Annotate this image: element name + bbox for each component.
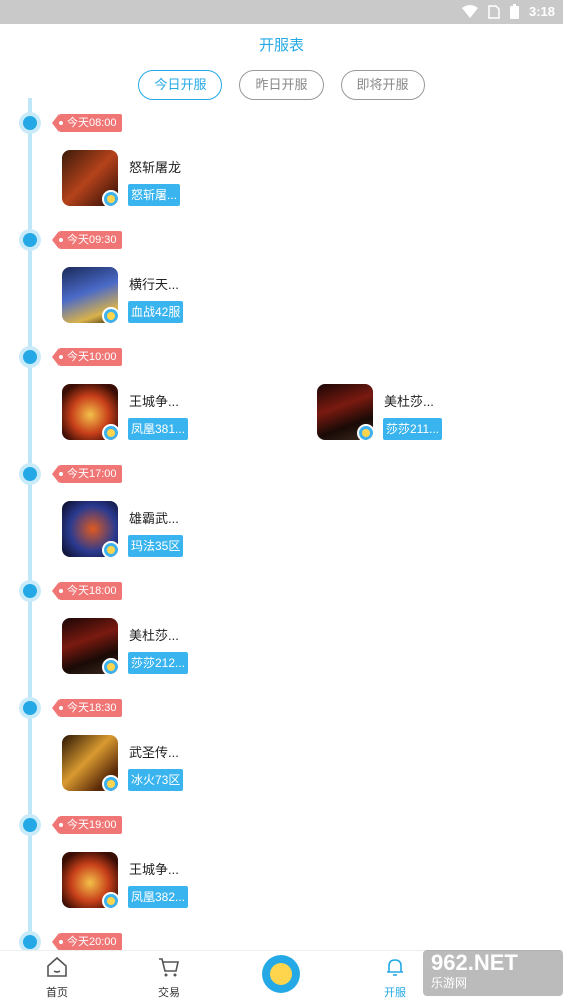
game-item[interactable]: 雄霸武... 玛法35区 — [62, 501, 292, 559]
time-tag: 今天20:00 — [52, 933, 122, 951]
tab-today[interactable]: 今日开服 — [138, 70, 223, 100]
game-item[interactable]: 武圣传... 冰火73区 — [62, 735, 292, 793]
game-item[interactable]: 横行天... 血战42服 — [62, 267, 292, 325]
server-tag: 凤凰382... — [128, 886, 189, 908]
timeline-dot — [19, 463, 41, 485]
game-badge-icon — [102, 658, 118, 674]
game-badge-icon — [102, 541, 118, 557]
nav-trade[interactable]: 交易 — [139, 951, 199, 1000]
game-name: 美杜莎... — [384, 394, 434, 409]
game-icon — [317, 384, 373, 440]
timeline-dot — [19, 697, 41, 719]
server-tag: 莎莎212... — [128, 652, 189, 674]
game-badge-icon — [102, 307, 118, 323]
time-tag: 今天17:00 — [52, 465, 122, 483]
tab-yesterday[interactable]: 昨日开服 — [239, 70, 324, 100]
game-badge-icon — [102, 424, 118, 440]
game-name: 王城争... — [129, 394, 179, 409]
game-icon — [62, 618, 118, 674]
server-tag: 玛法35区 — [128, 535, 184, 557]
timeline-dot — [19, 346, 41, 368]
server-timeline: 今天08:00 怒斩屠龙 怒斩屠... 今天09:30 横行天... 血战42服… — [0, 98, 563, 953]
game-icon — [62, 501, 118, 557]
game-badge-icon — [357, 424, 373, 440]
status-bar: 3:18 — [0, 0, 563, 24]
game-item[interactable]: 怒斩屠龙 怒斩屠... — [62, 150, 292, 208]
nav-open-server-label: 开服 — [384, 987, 406, 999]
timeline-dot — [19, 580, 41, 602]
nav-open-server[interactable]: 开服 — [365, 951, 425, 1000]
watermark-sub: 乐游网 — [431, 976, 468, 990]
wifi-icon — [461, 4, 478, 18]
time-tag: 今天10:00 — [52, 348, 122, 366]
timeline-dot — [19, 814, 41, 836]
mascot-icon — [270, 963, 292, 985]
game-icon — [62, 267, 118, 323]
timeline-dot — [19, 229, 41, 251]
game-icon — [62, 735, 118, 791]
home-icon — [47, 956, 67, 977]
game-badge-icon — [102, 892, 118, 908]
timeline-dot — [19, 112, 41, 134]
nav-home-label: 首页 — [46, 987, 68, 999]
server-tag: 凤凰381... — [128, 418, 189, 440]
game-name: 美杜莎... — [129, 628, 179, 643]
game-item[interactable]: 王城争... 凤凰382... — [62, 852, 292, 910]
game-name: 怒斩屠龙 — [129, 160, 182, 175]
game-item[interactable]: 美杜莎... 莎莎211... — [317, 384, 547, 442]
game-badge-icon — [102, 190, 118, 206]
tab-upcoming[interactable]: 即将开服 — [340, 70, 425, 100]
battery-icon — [509, 4, 519, 19]
game-icon — [62, 150, 118, 206]
game-name: 横行天... — [129, 277, 179, 292]
game-item[interactable]: 王城争... 凤凰381... — [62, 384, 292, 442]
watermark-logo: 962.NET 乐游网 — [423, 950, 563, 996]
time-tag: 今天18:00 — [52, 582, 122, 600]
game-name: 雄霸武... — [129, 511, 179, 526]
time-tag: 今天09:30 — [52, 231, 122, 249]
nav-home[interactable]: 首页 — [27, 951, 87, 1000]
watermark-brand: 962.NET — [431, 950, 518, 975]
status-time: 3:18 — [528, 4, 555, 19]
bell-icon — [387, 959, 403, 976]
no-sim-icon — [488, 4, 500, 19]
game-item[interactable]: 美杜莎... 莎莎212... — [62, 618, 292, 676]
game-name: 武圣传... — [129, 745, 179, 760]
time-tag: 今天18:30 — [52, 699, 122, 717]
game-icon — [62, 384, 118, 440]
nav-trade-label: 交易 — [158, 987, 180, 999]
center-mascot-button[interactable] — [262, 955, 300, 993]
server-tag: 冰火73区 — [128, 769, 184, 791]
server-tag: 莎莎211... — [383, 418, 443, 440]
game-badge-icon — [102, 775, 118, 791]
tab-bar: 今日开服 昨日开服 即将开服 — [0, 70, 563, 100]
server-tag: 血战42服 — [128, 301, 184, 323]
time-tag: 今天19:00 — [52, 816, 122, 834]
server-tag: 怒斩屠... — [128, 184, 181, 206]
game-icon — [62, 852, 118, 908]
page-title: 开服表 — [258, 37, 304, 54]
cart-icon — [159, 958, 179, 977]
game-name: 王城争... — [129, 862, 179, 877]
time-tag: 今天08:00 — [52, 114, 122, 132]
